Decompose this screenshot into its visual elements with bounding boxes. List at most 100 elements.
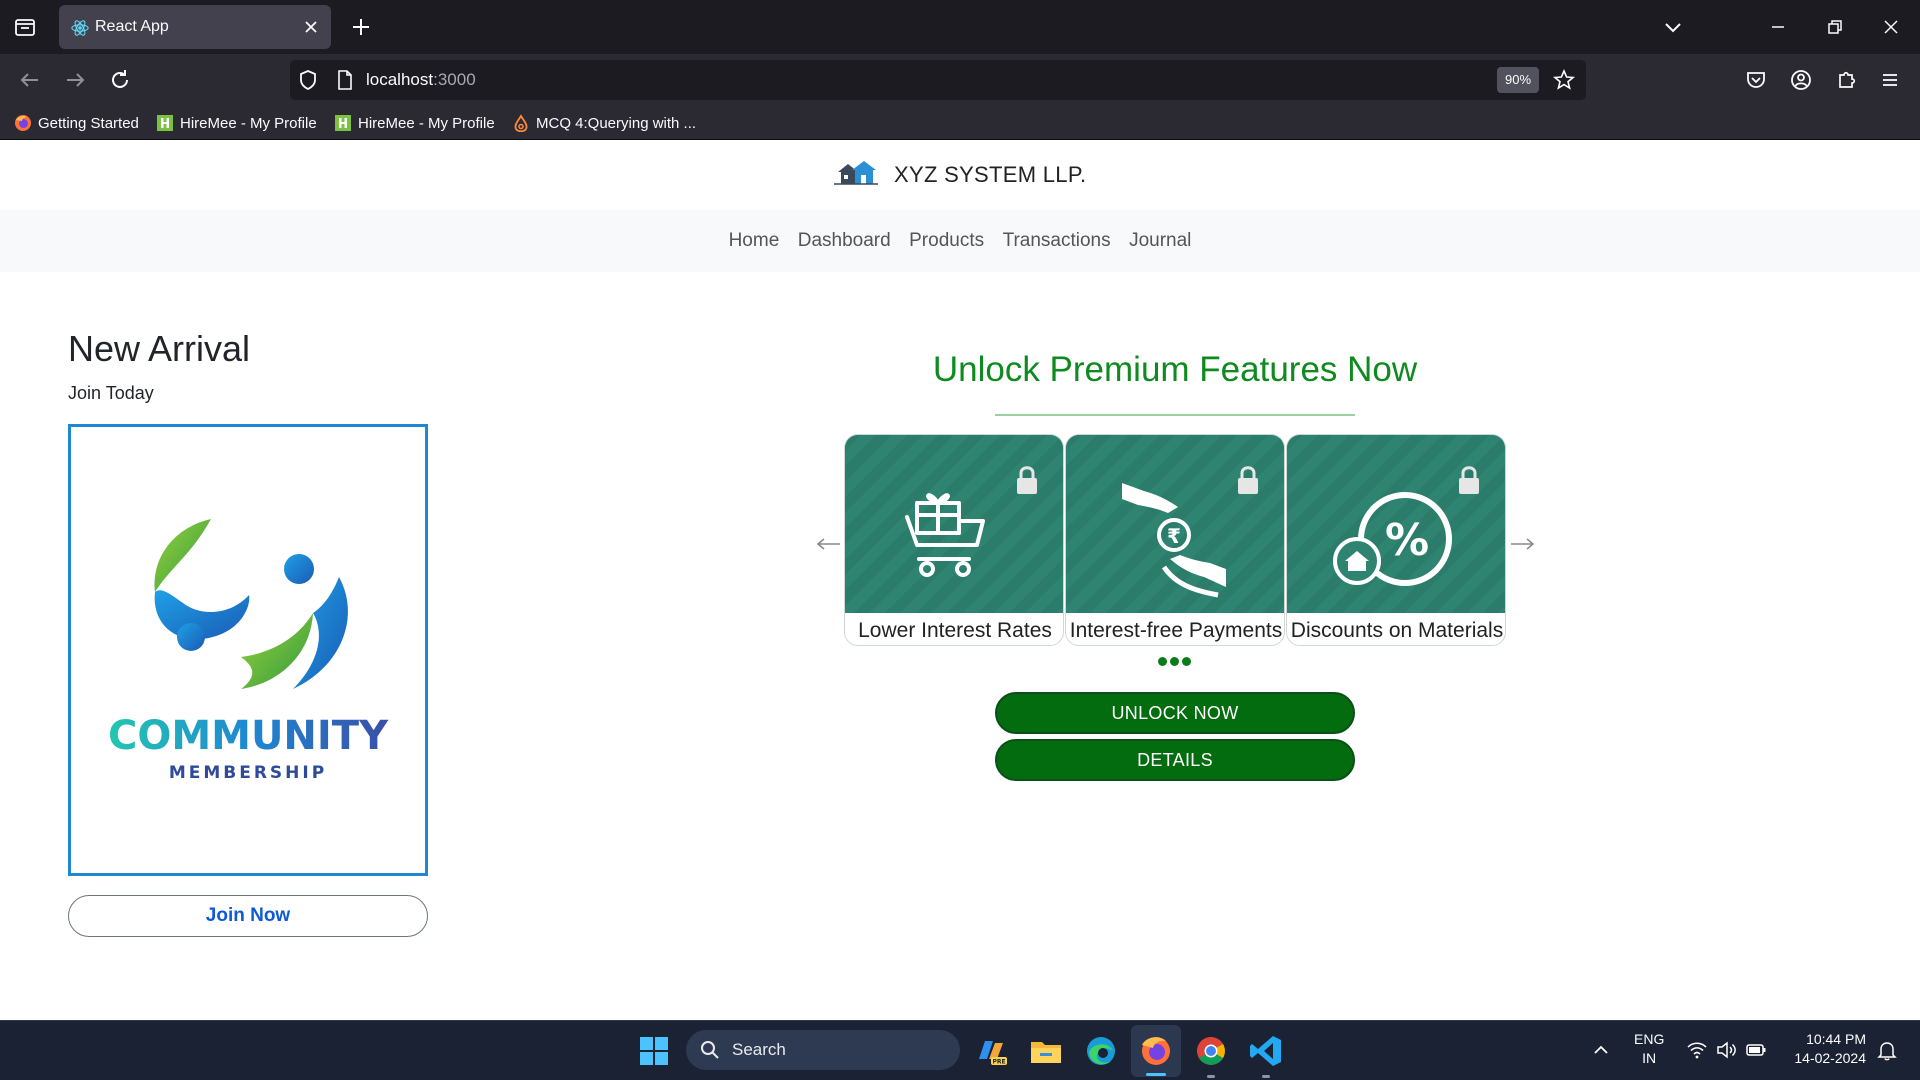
bookmark-getting-started[interactable]: Getting Started [14, 112, 139, 134]
mcq-icon [514, 114, 528, 132]
tracking-protection-icon[interactable] [296, 68, 320, 92]
card-title: COMMUNITY [108, 713, 389, 759]
bookmark-label: HireMee - My Profile [358, 114, 495, 132]
lang-line2: IN [1642, 1050, 1657, 1066]
firefox-view-icon[interactable] [12, 14, 38, 40]
search-placeholder: Search [732, 1040, 786, 1059]
feature-tile: % [1287, 435, 1505, 613]
svg-text:%: % [1385, 515, 1429, 566]
reload-icon[interactable] [106, 66, 134, 94]
close-tab-icon[interactable] [301, 17, 321, 37]
brand[interactable]: XYZ SYSTEM LLP. [0, 161, 1920, 189]
extensions-icon[interactable] [1832, 66, 1860, 94]
menu-icon[interactable] [1876, 66, 1904, 94]
hiremee-icon [157, 115, 173, 131]
nav-home[interactable]: Home [729, 230, 780, 252]
carousel-prev-arrow-icon[interactable] [815, 530, 843, 558]
community-membership-card[interactable]: COMMUNITY MEMBERSHIP [68, 424, 428, 876]
details-button[interactable]: DETAILS [995, 739, 1355, 781]
house-logo-icon [833, 161, 878, 185]
list-all-tabs-icon[interactable] [1660, 14, 1686, 40]
card-subtitle: MEMBERSHIP [169, 763, 327, 783]
bookmark-label: Getting Started [38, 114, 139, 132]
svg-text:₹: ₹ [1167, 524, 1181, 548]
clock[interactable]: 10:44 PM 14-02-2024 [1776, 1030, 1866, 1068]
feature-label: Interest-free Payments [1069, 619, 1283, 642]
battery-icon[interactable] [1745, 1039, 1767, 1061]
firefox-taskbar-icon[interactable] [1136, 1031, 1176, 1071]
svg-text:PRE: PRE [992, 1059, 1005, 1066]
nav-journal[interactable]: Journal [1129, 230, 1191, 252]
page-info-icon[interactable] [334, 69, 356, 91]
feature-tile: ₹ [1066, 435, 1284, 613]
bookmark-hiremee-1[interactable]: HireMee - My Profile [156, 112, 317, 134]
account-icon[interactable] [1787, 66, 1815, 94]
edge-icon[interactable] [1081, 1031, 1121, 1071]
taskbar-search[interactable]: Search [686, 1030, 960, 1070]
tab-title: React App [95, 18, 169, 35]
forward-icon[interactable] [61, 66, 89, 94]
clock-date: 14-02-2024 [1794, 1050, 1866, 1066]
notification-bell-icon[interactable] [1876, 1039, 1898, 1061]
url-port: :3000 [433, 70, 476, 89]
bookmark-label: HireMee - My Profile [180, 114, 317, 132]
vscode-icon[interactable] [1246, 1031, 1286, 1071]
url-text: localhost:3000 [366, 70, 476, 90]
back-icon[interactable] [16, 66, 44, 94]
minimize-icon[interactable] [1765, 14, 1791, 40]
promo-title: Unlock Premium Features Now [932, 350, 1418, 389]
chevron-up-icon[interactable] [1590, 1039, 1612, 1061]
firefox-icon [15, 115, 31, 131]
bookmark-mcq[interactable]: MCQ 4:Querying with ... [512, 112, 696, 134]
bookmark-hiremee-2[interactable]: HireMee - My Profile [334, 112, 495, 134]
unlock-now-button[interactable]: UNLOCK NOW [995, 692, 1355, 734]
running-app-indicator [1262, 1075, 1270, 1078]
close-window-icon[interactable] [1878, 14, 1904, 40]
chrome-icon[interactable] [1191, 1031, 1231, 1071]
url-host: localhost [366, 70, 434, 89]
feature-label: Lower Interest Rates [858, 619, 1052, 642]
volume-icon[interactable] [1715, 1039, 1737, 1061]
clock-time: 10:44 PM [1806, 1031, 1866, 1047]
language-indicator[interactable]: ENG IN [1634, 1030, 1664, 1068]
windows-start-icon[interactable] [634, 1031, 674, 1071]
nav-transactions[interactable]: Transactions [1003, 230, 1111, 252]
main-nav: Home Dashboard Products Transactions Jou… [0, 210, 1920, 272]
nav-products[interactable]: Products [909, 230, 984, 252]
bookmark-star-icon[interactable] [1552, 68, 1576, 92]
carousel-dots [1158, 657, 1191, 666]
feature-card-discounts[interactable]: % Discounts on Materials [1286, 434, 1506, 646]
react-icon [71, 20, 89, 36]
site-header: XYZ SYSTEM LLP. [0, 141, 1920, 210]
feature-tile [845, 435, 1063, 613]
file-explorer-icon[interactable] [1026, 1031, 1066, 1071]
carousel-dot[interactable] [1170, 657, 1179, 666]
join-now-button[interactable]: Join Now [68, 895, 428, 937]
bookmarks-toolbar: Getting Started HireMee - My Profile Hir… [0, 106, 1920, 140]
feature-card-interest-free[interactable]: ₹ Interest-free Payments [1065, 434, 1285, 646]
zoom-badge[interactable]: 90% [1497, 67, 1540, 93]
pocket-icon[interactable] [1742, 66, 1770, 94]
brand-name: XYZ SYSTEM LLP. [894, 162, 1087, 188]
browser-tab-active[interactable]: React App [59, 5, 331, 49]
lang-line1: ENG [1634, 1031, 1665, 1047]
search-icon [701, 1041, 719, 1059]
active-app-indicator [1146, 1073, 1166, 1076]
restore-icon[interactable] [1821, 14, 1847, 40]
feature-card-lower-interest[interactable]: Lower Interest Rates [844, 434, 1064, 646]
feature-label: Discounts on Materials [1290, 619, 1504, 642]
copilot-icon[interactable]: PRE [971, 1031, 1011, 1071]
carousel-dot[interactable] [1182, 657, 1191, 666]
wifi-icon[interactable] [1686, 1039, 1708, 1061]
carousel-next-arrow-icon[interactable] [1508, 530, 1536, 558]
promo-divider [995, 414, 1355, 416]
nav-dashboard[interactable]: Dashboard [798, 230, 891, 252]
new-tab-icon[interactable] [348, 14, 374, 40]
hiremee-icon [335, 115, 351, 131]
bookmark-label: MCQ 4:Querying with ... [536, 114, 697, 132]
carousel-dot[interactable] [1158, 657, 1167, 666]
community-logo-icon: COMMUNITY MEMBERSHIP [108, 519, 389, 783]
browser-tab-bar: React App [0, 0, 1920, 54]
address-bar[interactable]: localhost:3000 90% [290, 60, 1586, 100]
browser-toolbar: localhost:3000 90% [0, 54, 1920, 106]
